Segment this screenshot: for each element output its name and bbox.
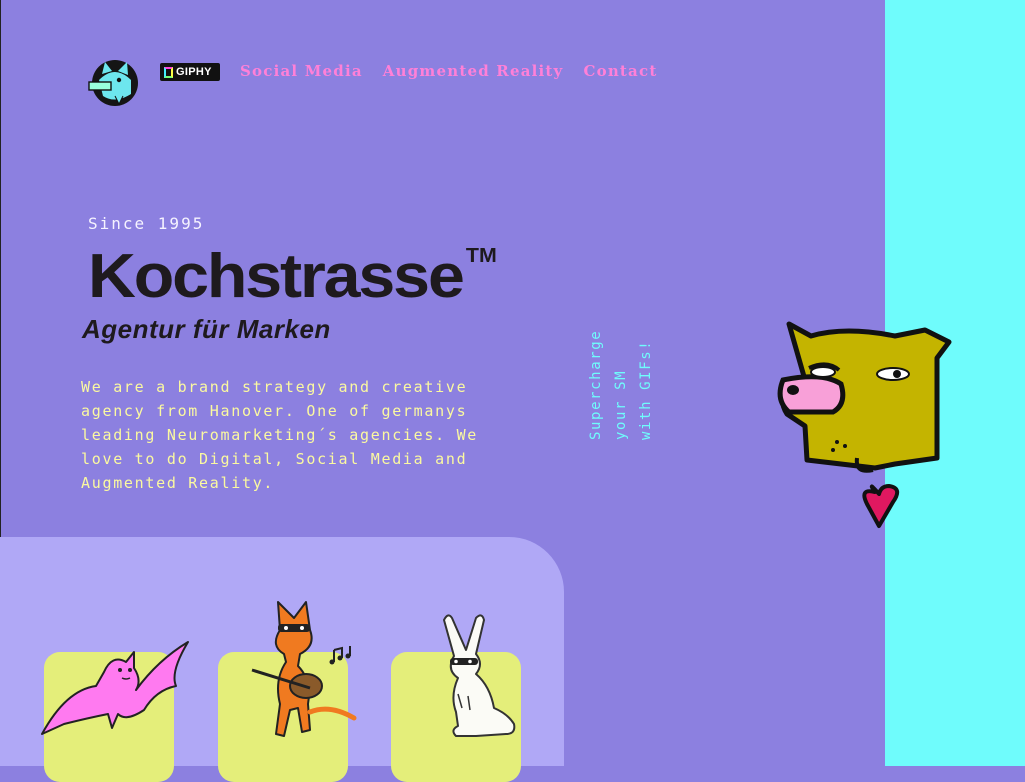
main-nav: Social Media Augmented Reality Contact	[240, 62, 657, 80]
supercharge-vertical-text: Supercharge your SM with GIFs!	[588, 330, 658, 440]
brand-logotype: Kochstrasse TM	[88, 246, 497, 308]
rabbit-sticker[interactable]	[436, 612, 526, 740]
vertical-line-3: with GIFs!	[638, 339, 654, 440]
about-text: We are a brand strategy and creative age…	[81, 378, 479, 492]
dog-with-heart-icon	[777, 321, 952, 528]
bat-sticker[interactable]	[38, 632, 192, 742]
nav-social-media[interactable]: Social Media	[240, 62, 363, 80]
brand-name: Kochstrasse	[88, 242, 465, 311]
brand-tagline: Agentur für Marken	[82, 314, 331, 344]
giphy-label: GIPHY	[176, 66, 212, 78]
trademark-mark: TM	[465, 245, 497, 267]
nav-augmented-reality[interactable]: Augmented Reality	[383, 62, 564, 80]
vertical-line-1: Supercharge	[588, 329, 604, 440]
vertical-line-2: your SM	[613, 369, 629, 440]
fox-guitar-sticker[interactable]	[250, 600, 360, 740]
wolf-avatar-icon[interactable]	[85, 58, 143, 108]
giphy-badge[interactable]: GIPHY	[160, 63, 220, 81]
giphy-logo-icon	[164, 66, 173, 78]
since-label: Since 1995	[88, 214, 205, 233]
nav-contact[interactable]: Contact	[583, 62, 657, 80]
